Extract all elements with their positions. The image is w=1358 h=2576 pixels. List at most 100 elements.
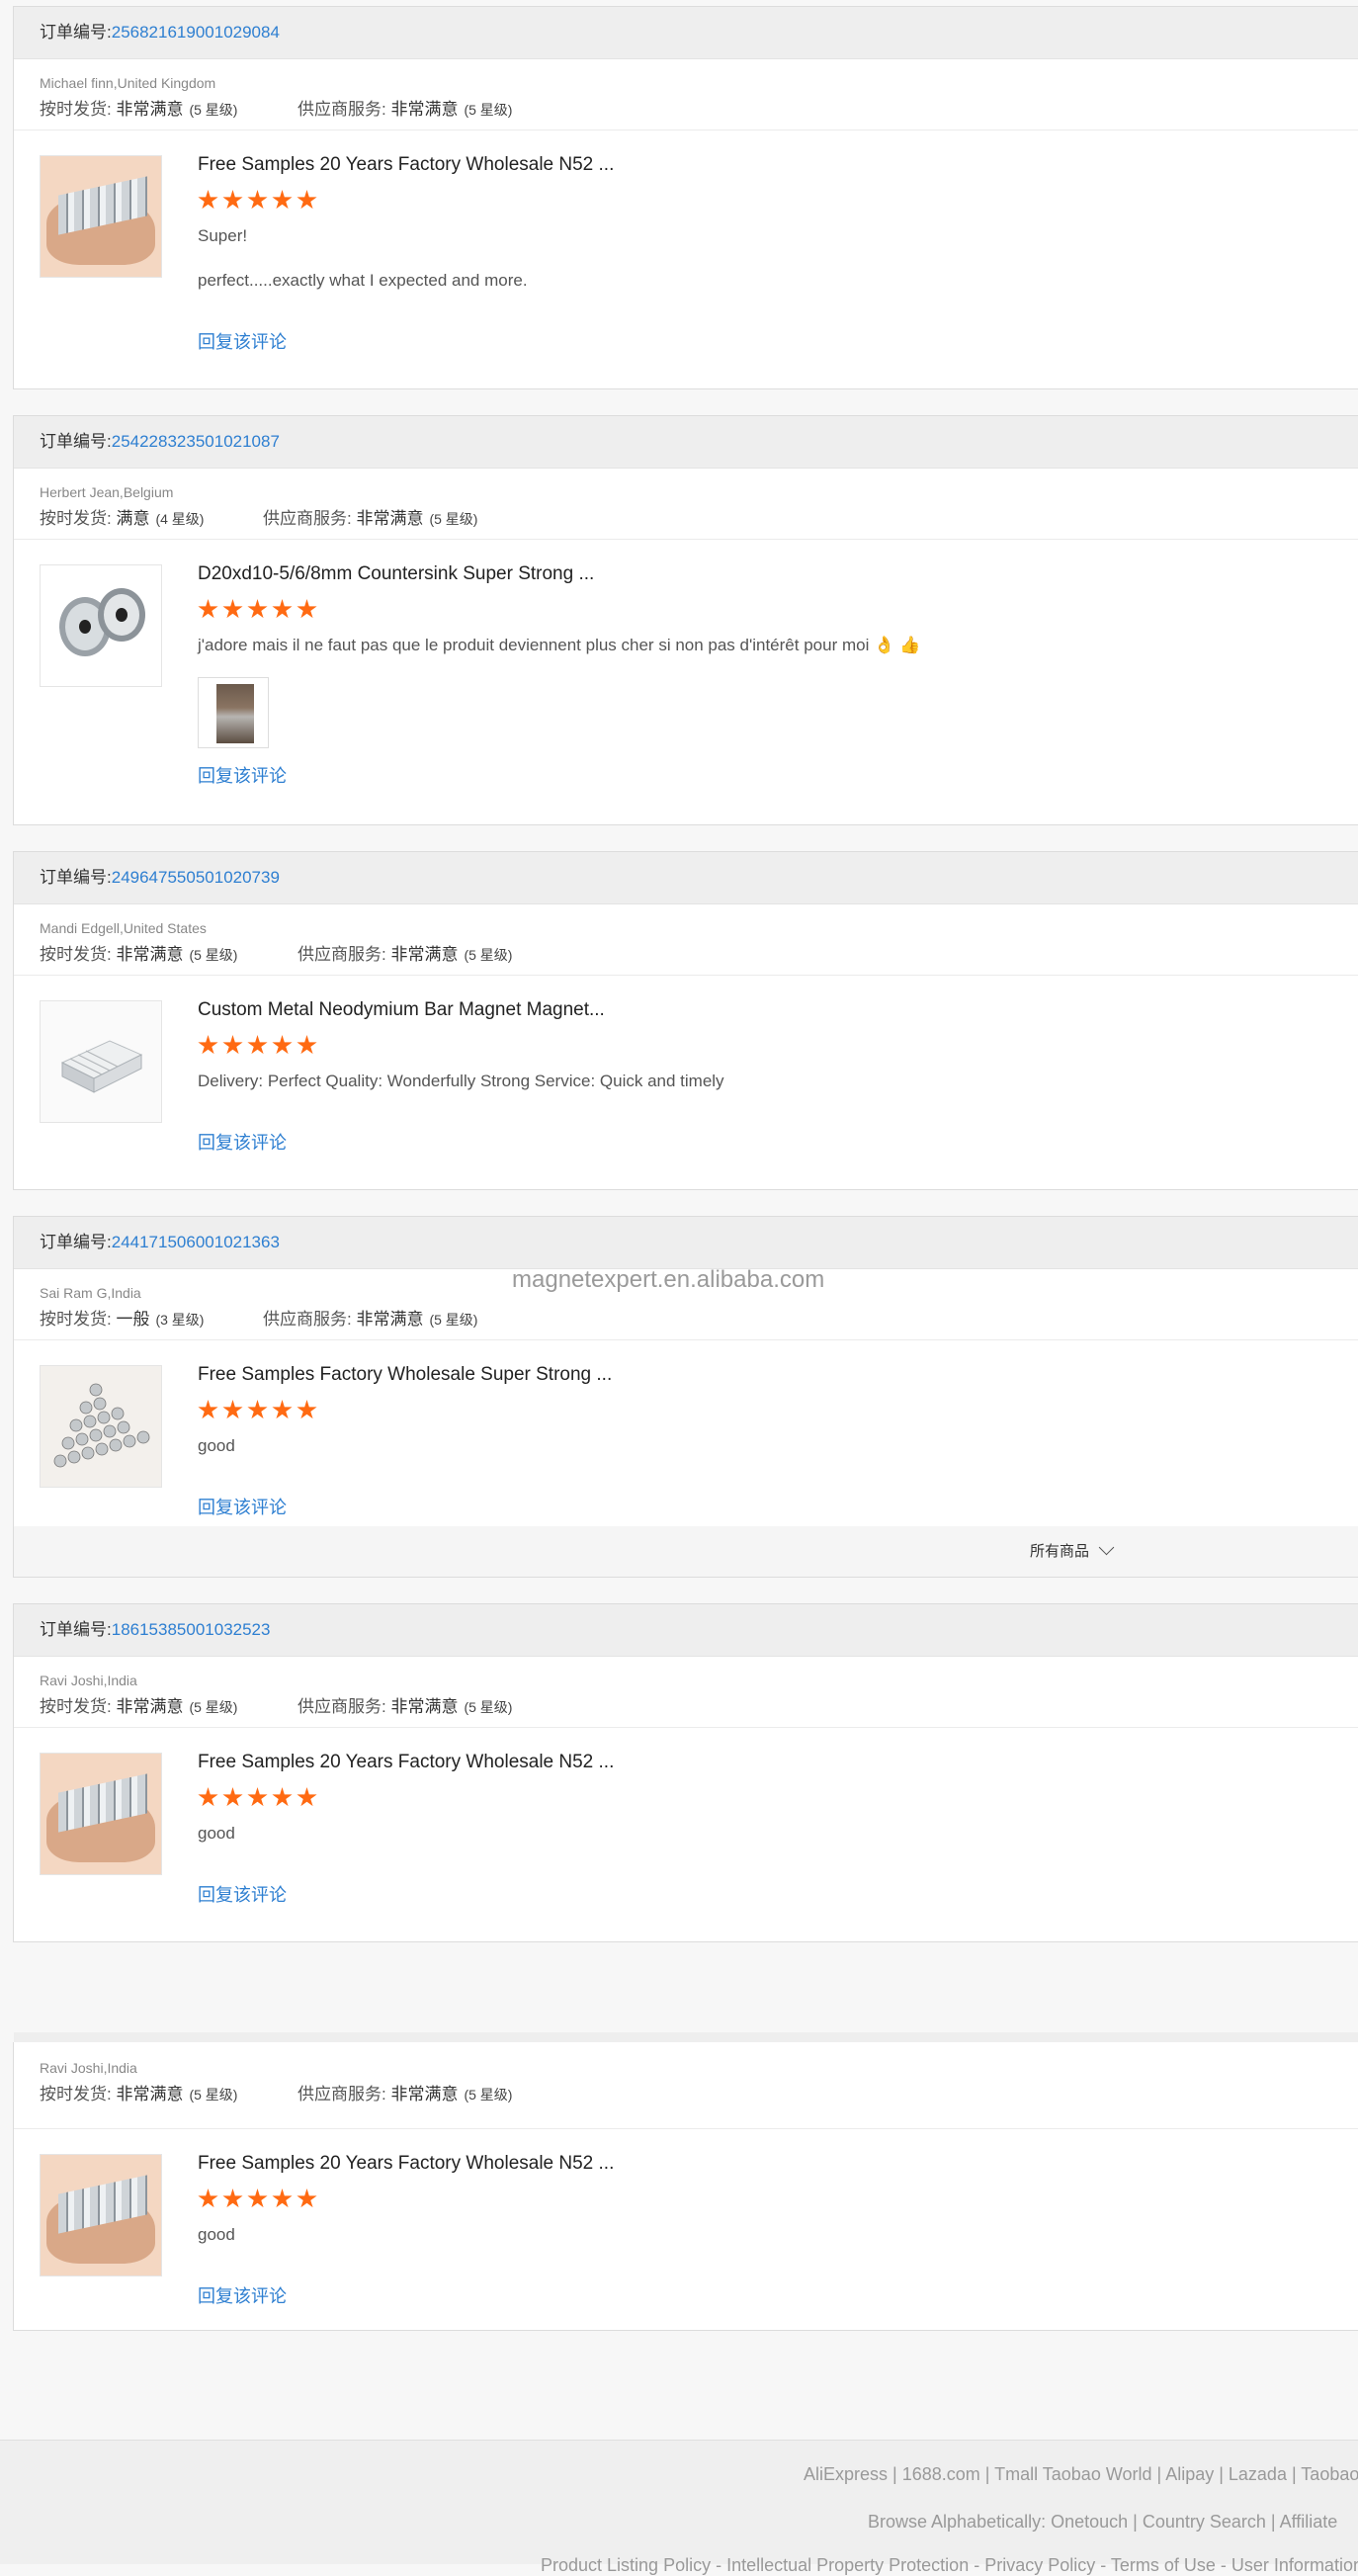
product-thumbnail[interactable] [40,1753,162,1875]
order-header: 订单编号:186153850010325​23 [14,1604,1358,1657]
order-header: 订单编号:244171506001021363 [14,1217,1358,1269]
service-value: 非常满意 [356,509,424,528]
star-icon [272,1035,293,1055]
ship-label: 按时发货: [40,509,112,528]
ship-value: 非常满意 [116,1697,184,1716]
all-products-label[interactable]: 所有商品 [1030,1540,1089,1561]
order-label: 订单编号: [40,1620,112,1639]
star-rating [198,1035,321,1059]
reply-link[interactable]: 回复该评论 [198,762,287,788]
footer-browse-links[interactable]: Browse Alphabetically: Onetouch | Countr… [868,2512,1337,2533]
rating-summary: 按时发货: 满意 (4 星级) 供应商服务: 非常满意 (5 星级) [40,506,1358,532]
star-icon [272,599,293,619]
service-label: 供应商服务: [297,100,386,119]
star-icon [222,599,243,619]
service-label: 供应商服务: [263,509,352,528]
star-rating [198,1400,321,1423]
footer-policy-links[interactable]: Product Listing Policy - Intellectual Pr… [541,2555,1358,2576]
ship-level: (3 星级) [155,1312,205,1328]
reply-link[interactable]: 回复该评论 [198,1494,287,1519]
order-label: 订单编号: [40,1233,112,1251]
service-value: 非常满意 [390,945,459,964]
service-level: (5 星级) [464,947,513,963]
star-icon [272,1787,293,1807]
review-text: Delivery: Perfect Quality: Wonderfully S… [198,1072,724,1090]
reply-link[interactable]: 回复该评论 [198,1129,287,1155]
star-icon [272,2189,293,2208]
ship-level: (4 星级) [155,511,205,527]
star-rating [198,1787,321,1811]
review-text: good [198,2225,235,2244]
ring-magnet-image [41,565,161,686]
ship-value: 满意 [116,509,150,528]
review-card: 订单编号:256821619001029084 Michael finn,Uni… [13,6,1358,389]
star-icon [297,190,317,210]
star-icon [297,1400,317,1419]
service-label: 供应商服务: [297,1697,386,1716]
ship-label: 按时发货: [40,1310,112,1329]
product-title[interactable]: Free Samples 20 Years Factory Wholesale … [198,2153,614,2175]
product-title[interactable]: D20xd10-5/6/8mm Countersink Super Strong… [198,563,594,585]
product-thumbnail[interactable] [40,1365,162,1488]
star-icon [198,190,218,210]
star-icon [272,1400,293,1419]
product-thumbnail[interactable] [40,155,162,278]
ship-level: (5 星级) [189,1699,238,1715]
review-card: 订单编号:249647550501020739 Mandi Edgell,Uni… [13,851,1358,1190]
order-label: 订单编号: [40,868,112,887]
service-level: (5 星级) [429,511,478,527]
star-icon [247,190,268,210]
review-text: good [198,1436,235,1455]
star-icon [247,1035,268,1055]
review-text: Super! [198,226,248,245]
order-number-link[interactable]: 254228323501021087 [112,432,280,451]
star-icon [247,1400,268,1419]
ship-label: 按时发货: [40,2085,112,2104]
ship-label: 按时发货: [40,100,112,119]
star-icon [222,2189,243,2208]
footer-partner-links[interactable]: AliExpress | 1688.com | Tmall Taobao Wor… [804,2464,1358,2485]
review-card: Ravi Joshi,India 按时发货: 非常满意 (5 星级) 供应商服务:… [13,2042,1358,2331]
all-products-bar[interactable]: 所有商品 [14,1526,1358,1577]
service-value: 非常满意 [356,1310,424,1329]
rating-summary: 按时发货: 非常满意 (5 星级) 供应商服务: 非常满意 (5 星级) [40,2082,1358,2107]
star-rating [198,599,321,623]
site-footer: AliExpress | 1688.com | Tmall Taobao Wor… [0,2440,1358,2575]
store-watermark: magnetexpert.en.alibaba.com [512,1266,825,1293]
rating-summary: 按时发货: 非常满意 (5 星级) 供应商服务: 非常满意 (5 星级) [40,942,1358,968]
reply-link[interactable]: 回复该评论 [198,2282,287,2308]
ship-level: (5 星级) [189,2087,238,2103]
product-title[interactable]: Custom Metal Neodymium Bar Magnet Magnet… [198,999,605,1021]
star-icon [297,599,317,619]
chevron-down-icon[interactable] [1098,1539,1115,1556]
product-thumbnail[interactable] [40,1000,162,1123]
review-photo[interactable] [198,677,269,748]
product-title[interactable]: Free Samples 20 Years Factory Wholesale … [198,1752,614,1773]
order-number-link[interactable]: 186153850010325​23 [112,1620,271,1639]
review-text: j'adore mais il ne faut pas que le produ… [198,636,921,654]
service-value: 非常满意 [390,2085,459,2104]
star-icon [297,1035,317,1055]
buyer-name: Herbert Jean,Belgium [40,484,174,500]
review-text: perfect.....exactly what I expected and … [198,271,528,290]
order-number-link[interactable]: 249647550501020739 [112,868,280,887]
ship-value: 非常满意 [116,945,184,964]
review-text: good [198,1824,235,1843]
rating-summary: 按时发货: 非常满意 (5 星级) 供应商服务: 非常满意 (5 星级) [40,1694,1358,1720]
ship-value: 非常满意 [116,2085,184,2104]
product-thumbnail[interactable] [40,2154,162,2276]
bar-magnet-image [41,1001,161,1122]
product-title[interactable]: Free Samples 20 Years Factory Wholesale … [198,154,614,176]
star-icon [247,1787,268,1807]
buyer-name: Michael finn,United Kingdom [40,75,216,91]
order-number-link[interactable]: 256821619001029084 [112,23,280,42]
disc-magnets-image [41,1366,161,1487]
reply-link[interactable]: 回复该评论 [198,328,287,354]
order-number-link[interactable]: 244171506001021363 [112,1233,280,1251]
product-thumbnail[interactable] [40,564,162,687]
service-label: 供应商服务: [297,2085,386,2104]
reply-link[interactable]: 回复该评论 [198,1881,287,1907]
product-title[interactable]: Free Samples Factory Wholesale Super Str… [198,1364,612,1386]
ship-value: 一般 [116,1310,150,1329]
buyer-name: Ravi Joshi,India [40,2060,137,2076]
